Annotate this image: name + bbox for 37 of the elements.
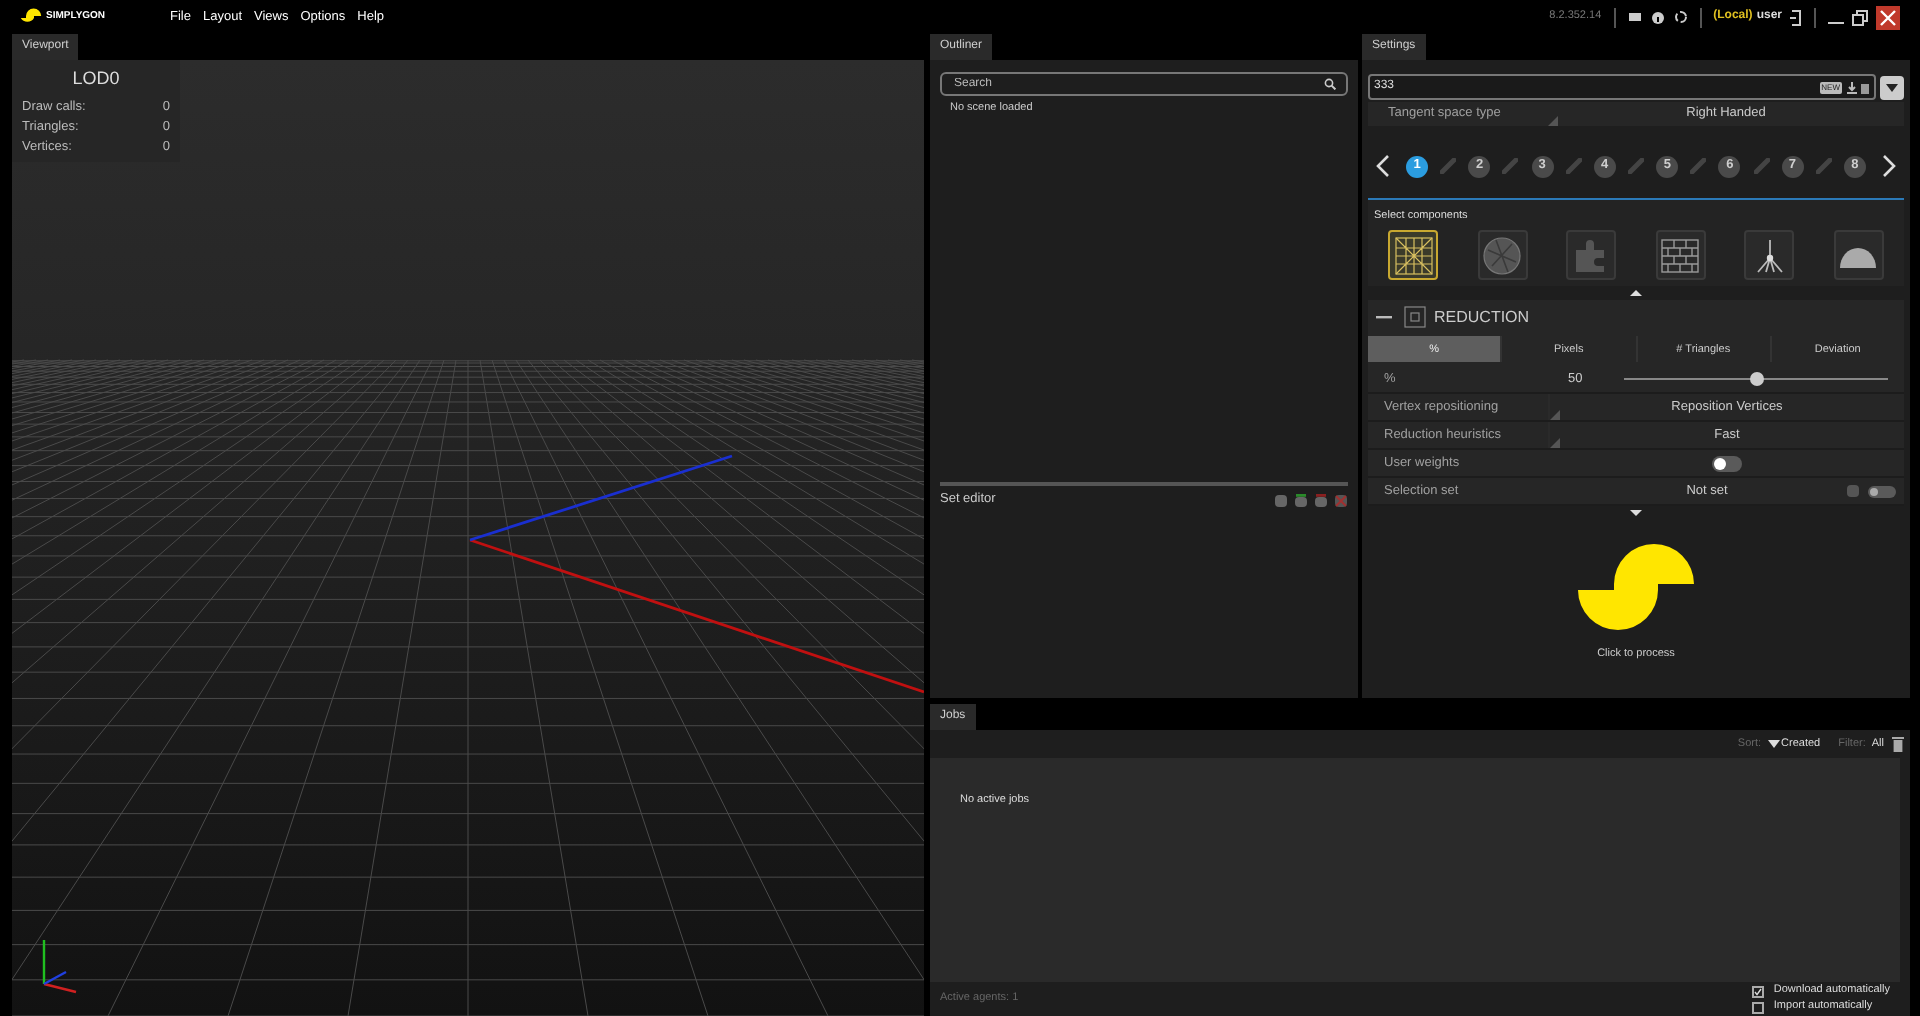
close-button[interactable] (1876, 5, 1900, 29)
chevron-left-icon[interactable] (1374, 154, 1390, 178)
pipeline-dropdown-button[interactable] (1880, 75, 1904, 99)
close-icon (1880, 9, 1896, 25)
slider-thumb[interactable] (1749, 372, 1763, 387)
sphere-icon (1480, 233, 1525, 278)
checkbox[interactable] (1751, 985, 1764, 997)
component-tile[interactable] (1477, 230, 1528, 281)
logout-icon[interactable] (1790, 9, 1802, 25)
axis-gizmo-icon (42, 940, 77, 994)
component-tile[interactable] (1744, 230, 1795, 281)
refresh-icon[interactable] (1673, 10, 1688, 24)
info-icon[interactable] (1651, 11, 1664, 23)
checkbox[interactable] (1751, 1001, 1764, 1013)
collapse-minus-icon[interactable] (1376, 315, 1392, 320)
caret-icon (1886, 83, 1898, 91)
restore-icon[interactable] (1852, 9, 1868, 25)
toggle-switch[interactable] (1868, 485, 1896, 498)
component-tile[interactable] (1388, 230, 1438, 281)
brick-wall-icon (1658, 233, 1703, 278)
trash-icon[interactable] (1860, 81, 1870, 93)
database-remove-icon[interactable] (1314, 493, 1328, 507)
component-tile[interactable] (1655, 230, 1706, 281)
search-icon[interactable] (1324, 78, 1336, 90)
section-title: REDUCTION (1434, 305, 1530, 330)
check-icon (1753, 987, 1762, 995)
toggle-switch[interactable] (1711, 455, 1741, 472)
component-tile[interactable] (1566, 230, 1617, 281)
lod-title: LOD0 (70, 66, 122, 92)
sort-caret-icon[interactable] (1767, 740, 1780, 748)
component-tile[interactable] (1833, 230, 1884, 281)
database-icon[interactable] (1274, 493, 1288, 507)
database-add-icon[interactable] (1294, 493, 1308, 507)
logo-icon (20, 8, 42, 26)
chevron-right-icon[interactable] (1882, 154, 1898, 178)
download-icon[interactable] (1846, 81, 1858, 93)
trash-icon[interactable] (1892, 736, 1904, 752)
